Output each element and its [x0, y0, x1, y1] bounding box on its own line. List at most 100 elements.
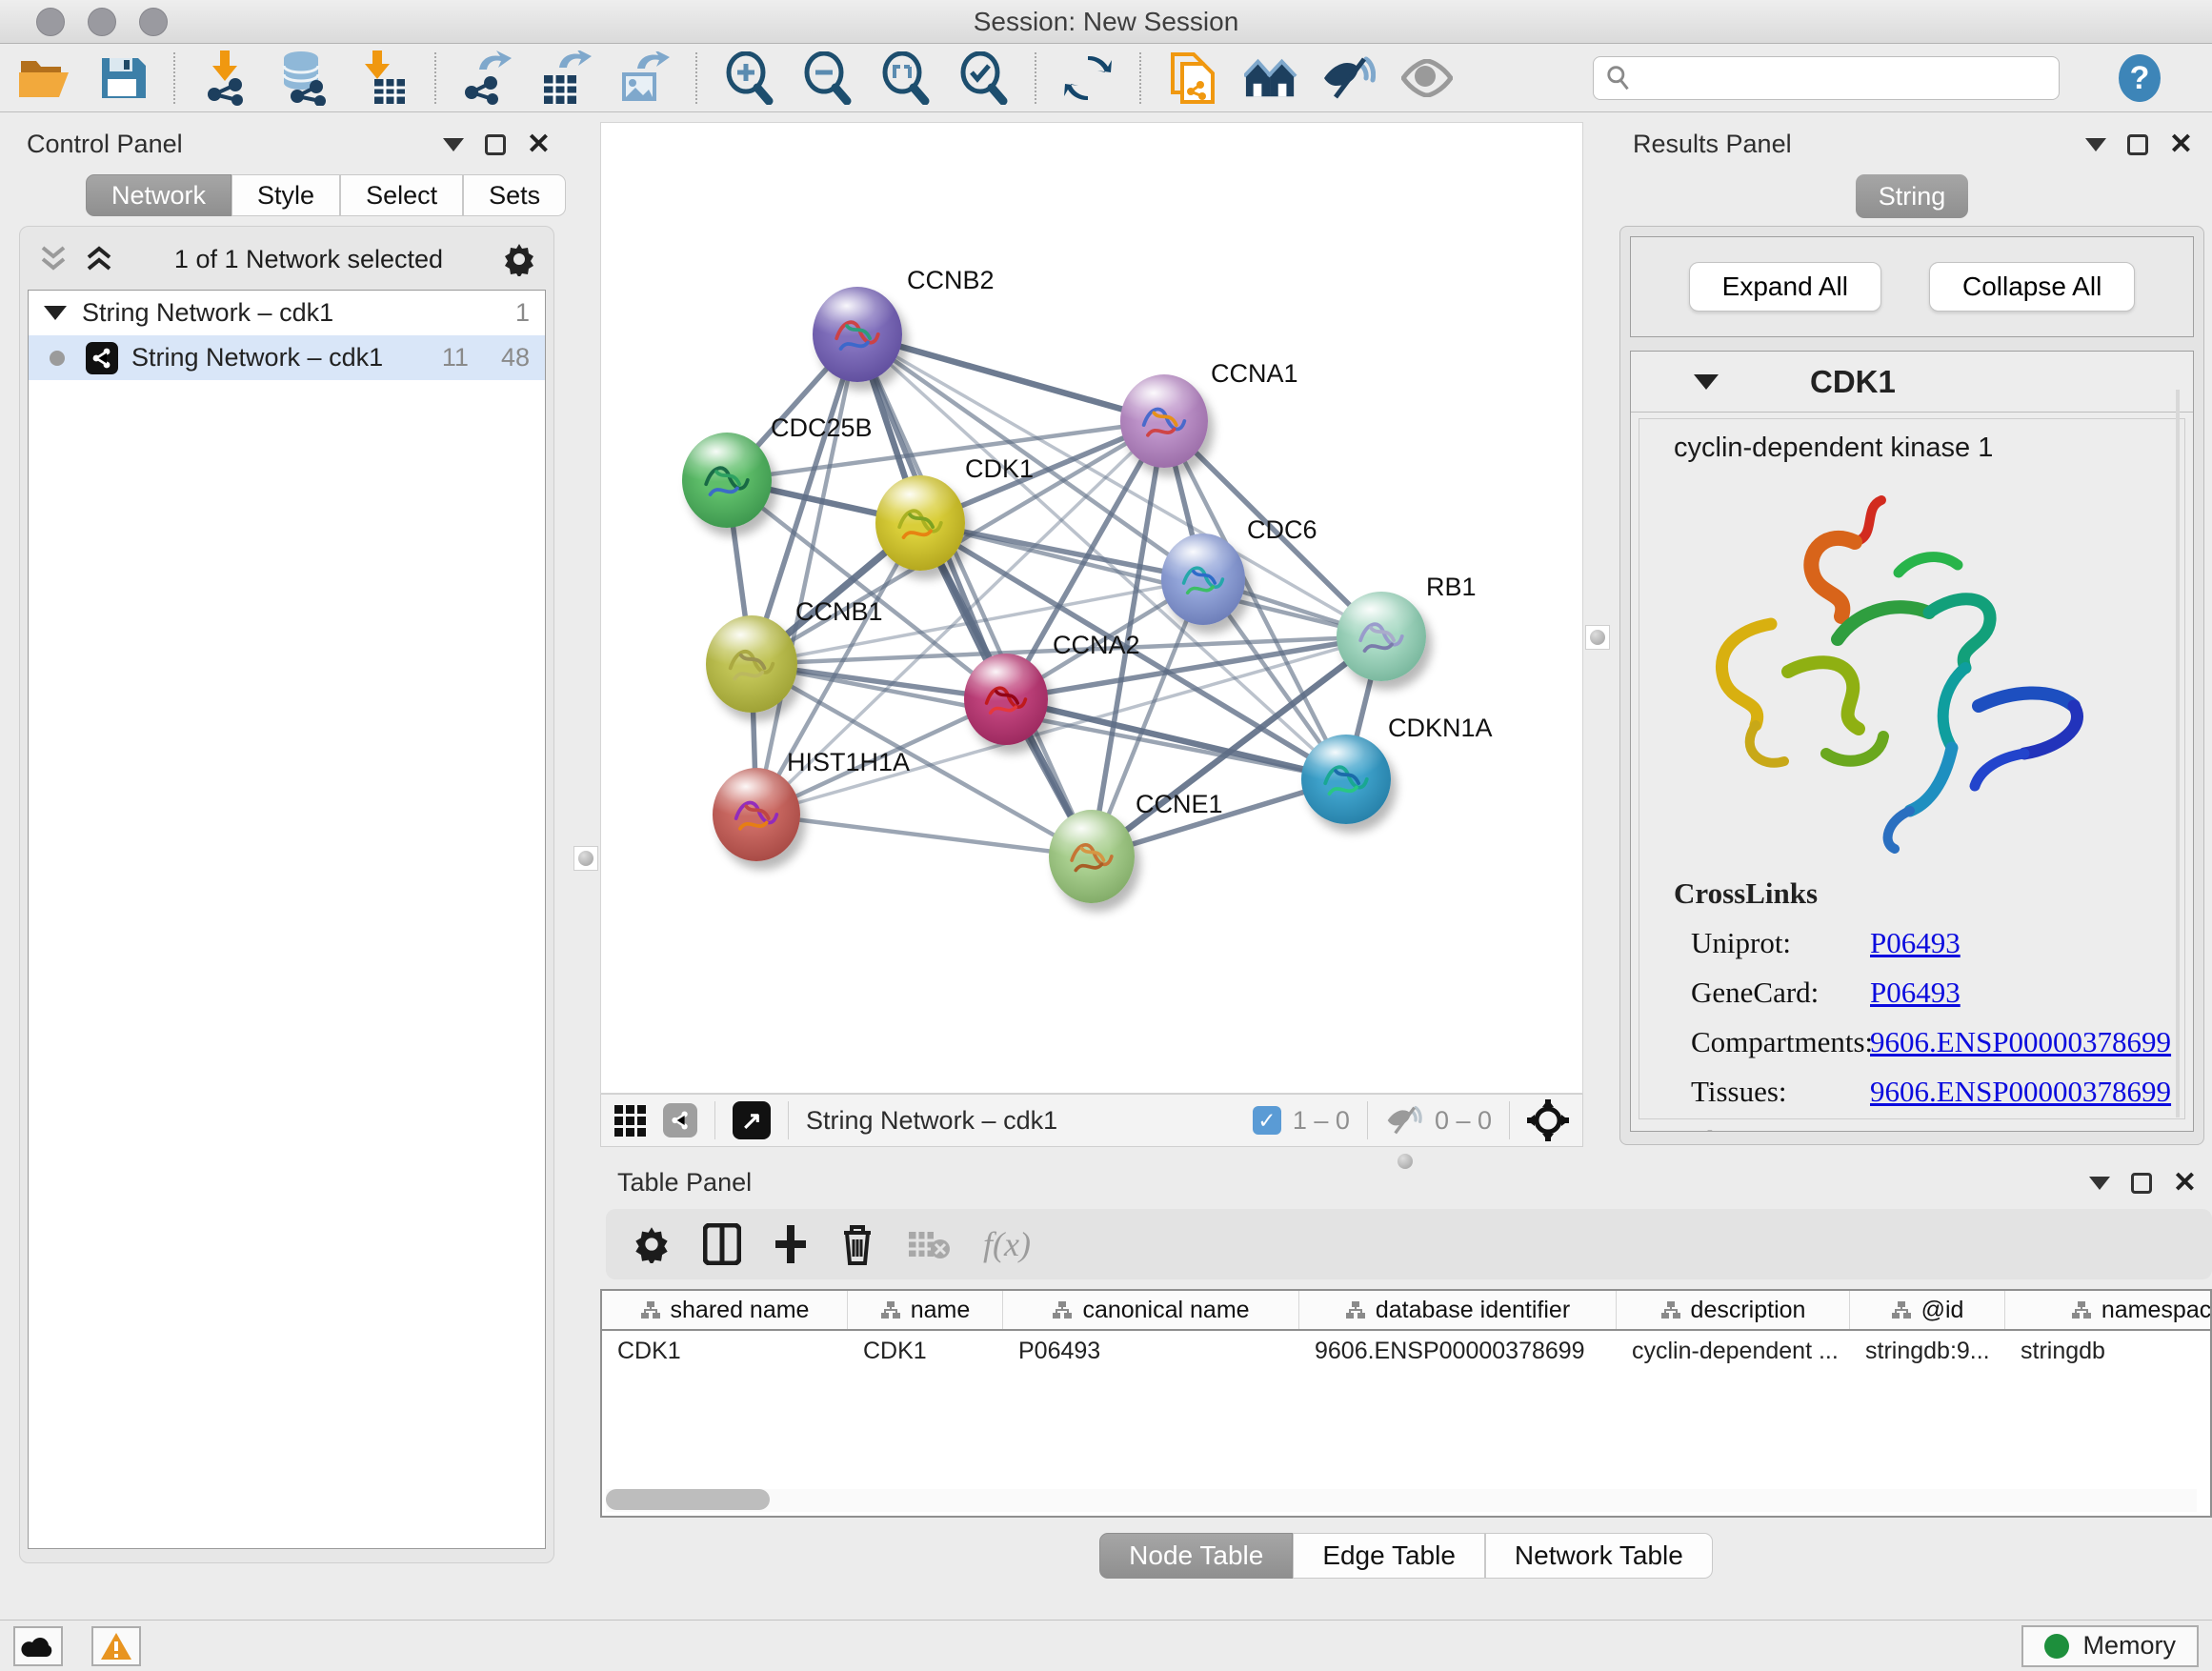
- network-node-ccna2[interactable]: [964, 654, 1048, 745]
- column-header[interactable]: shared name: [602, 1291, 848, 1329]
- tab-style[interactable]: Style: [231, 174, 340, 216]
- add-column-icon[interactable]: [774, 1223, 808, 1265]
- tab-network[interactable]: Network: [86, 174, 231, 216]
- tab-network-table[interactable]: Network Table: [1485, 1533, 1713, 1579]
- column-header[interactable]: name: [848, 1291, 1003, 1329]
- panel-close-icon[interactable]: ✕: [527, 131, 551, 159]
- warning-status-button[interactable]: [91, 1626, 141, 1666]
- expand-all-chevron-icon[interactable]: [37, 246, 70, 272]
- network-node-cdc6[interactable]: [1161, 534, 1245, 625]
- selected-checkbox-icon[interactable]: ✓: [1253, 1106, 1281, 1135]
- open-session-icon[interactable]: [17, 51, 70, 105]
- export-network-icon[interactable]: [461, 51, 514, 105]
- detach-view-icon[interactable]: ↗: [733, 1101, 771, 1139]
- protein-entry-header[interactable]: CDK1: [1631, 352, 2193, 413]
- left-splitter-handle[interactable]: [573, 846, 598, 871]
- table-horizontal-scrollbar[interactable]: [606, 1489, 2197, 1512]
- duplicate-network-icon[interactable]: [1166, 51, 1219, 105]
- hide-selected-eye-icon[interactable]: [1322, 51, 1376, 105]
- network-node-rb1[interactable]: [1337, 592, 1426, 681]
- collapse-all-chevron-icon[interactable]: [83, 246, 115, 272]
- network-node-cdkn1a[interactable]: [1301, 735, 1391, 824]
- table-cell[interactable]: stringdb: [2005, 1331, 2212, 1371]
- show-eye-icon[interactable]: [1400, 51, 1454, 105]
- refresh-icon[interactable]: [1061, 51, 1115, 105]
- entry-collapse-icon[interactable]: [1694, 374, 1719, 390]
- table-cell[interactable]: 9606.ENSP00000378699: [1299, 1331, 1617, 1371]
- network-badge-icon[interactable]: [663, 1103, 697, 1137]
- crosslink-link[interactable]: P06493: [1870, 1124, 1961, 1132]
- panel-close-icon[interactable]: ✕: [2173, 1169, 2197, 1198]
- table-cell[interactable]: stringdb:9...: [1850, 1331, 2005, 1371]
- collapse-all-button[interactable]: Collapse All: [1929, 262, 2135, 312]
- zoom-out-icon[interactable]: [800, 51, 854, 105]
- tab-select[interactable]: Select: [340, 174, 463, 216]
- panel-float-icon[interactable]: [2131, 1173, 2152, 1194]
- table-cell[interactable]: cyclin-dependent ...: [1617, 1331, 1850, 1371]
- tab-edge-table[interactable]: Edge Table: [1293, 1533, 1485, 1579]
- cloud-status-button[interactable]: [13, 1626, 63, 1666]
- delete-table-icon[interactable]: [907, 1228, 951, 1260]
- network-edge[interactable]: [756, 334, 857, 815]
- birdseye-view-icon[interactable]: [1527, 1099, 1569, 1141]
- collection-expand-icon[interactable]: [44, 306, 67, 320]
- hidden-eye-icon[interactable]: [1385, 1105, 1423, 1136]
- column-header[interactable]: namespace: [2005, 1291, 2212, 1329]
- table-cell[interactable]: CDK1: [848, 1331, 1003, 1371]
- tab-string[interactable]: String: [1856, 174, 1968, 218]
- network-node-ccna1[interactable]: [1120, 374, 1208, 468]
- results-scrollbar[interactable]: [2176, 390, 2180, 1117]
- help-icon[interactable]: ?: [2113, 51, 2166, 105]
- column-header[interactable]: description: [1617, 1291, 1850, 1329]
- export-image-icon[interactable]: [617, 51, 671, 105]
- memory-button[interactable]: Memory: [2021, 1625, 2199, 1667]
- zoom-selected-icon[interactable]: [956, 51, 1010, 105]
- table-options-gear-icon[interactable]: [633, 1225, 671, 1263]
- network-node-ccne1[interactable]: [1049, 810, 1135, 903]
- column-header[interactable]: @id: [1850, 1291, 2005, 1329]
- panel-menu-icon[interactable]: [2085, 138, 2106, 151]
- network-node-ccnb1[interactable]: [706, 615, 797, 713]
- crosslink-link[interactable]: P06493: [1870, 926, 1961, 960]
- column-header[interactable]: database identifier: [1299, 1291, 1617, 1329]
- tab-node-table[interactable]: Node Table: [1099, 1533, 1293, 1579]
- grid-view-icon[interactable]: [614, 1105, 646, 1137]
- crosslink-link[interactable]: 9606.ENSP00000378699: [1870, 1075, 2171, 1109]
- import-table-icon[interactable]: [356, 51, 410, 105]
- export-table-icon[interactable]: [539, 51, 593, 105]
- network-node-cdc25b[interactable]: [682, 433, 772, 528]
- search-input[interactable]: [1630, 63, 2047, 92]
- right-splitter-handle[interactable]: [1585, 625, 1610, 650]
- network-edge[interactable]: [857, 334, 1092, 856]
- network-collection-row[interactable]: String Network – cdk1 1: [29, 291, 545, 335]
- zoom-in-icon[interactable]: [722, 51, 775, 105]
- network-options-gear-icon[interactable]: [502, 242, 536, 276]
- import-network-icon[interactable]: [200, 51, 253, 105]
- network-node-ccnb2[interactable]: [813, 287, 902, 382]
- crosslink-link[interactable]: 9606.ENSP00000378699: [1870, 1025, 2171, 1059]
- panel-close-icon[interactable]: ✕: [2169, 131, 2193, 159]
- tab-sets[interactable]: Sets: [463, 174, 566, 216]
- table-cell[interactable]: P06493: [1003, 1331, 1299, 1371]
- expand-all-button[interactable]: Expand All: [1689, 262, 1881, 312]
- network-node-hist1h1a[interactable]: [713, 768, 800, 861]
- table-row[interactable]: CDK1CDK1P064939606.ENSP00000378699cyclin…: [602, 1331, 2210, 1371]
- panel-menu-icon[interactable]: [443, 138, 464, 151]
- network-row[interactable]: String Network – cdk1 11 48: [29, 335, 545, 380]
- crosslink-link[interactable]: P06493: [1870, 976, 1961, 1010]
- network-edge[interactable]: [756, 815, 1092, 856]
- show-columns-icon[interactable]: [703, 1223, 741, 1265]
- network-node-cdk1[interactable]: [875, 475, 965, 571]
- zoom-fit-icon[interactable]: [878, 51, 932, 105]
- panel-menu-icon[interactable]: [2089, 1177, 2110, 1190]
- panel-float-icon[interactable]: [2127, 134, 2148, 155]
- import-network-from-database-icon[interactable]: [278, 51, 332, 105]
- delete-column-icon[interactable]: [840, 1223, 875, 1265]
- network-canvas[interactable]: CCNB2CCNA1CDC25BCDK1CDC6RB1CCNB1CCNA2CDK…: [600, 122, 1583, 1094]
- panel-float-icon[interactable]: [485, 134, 506, 155]
- column-header[interactable]: canonical name: [1003, 1291, 1299, 1329]
- function-builder-icon[interactable]: f(x): [983, 1224, 1031, 1264]
- save-session-icon[interactable]: [95, 51, 149, 105]
- table-cell[interactable]: CDK1: [602, 1331, 848, 1371]
- show-all-networks-icon[interactable]: [1244, 51, 1297, 105]
